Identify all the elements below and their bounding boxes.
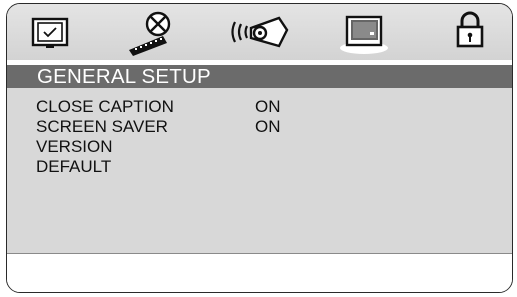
general-setup-icon[interactable]: [333, 10, 395, 56]
menu-item-label: CLOSE CAPTION: [36, 97, 174, 116]
setup-menu-window: GENERAL SETUP CLOSE CAPTION ON SCREEN SA…: [6, 3, 513, 293]
menu-item-label: DEFAULT: [36, 157, 112, 176]
menu-item-value: ON: [255, 97, 281, 116]
status-bar: [7, 253, 512, 292]
menu-icon-bar: [7, 4, 512, 60]
page-title-bar: GENERAL SETUP: [7, 65, 512, 88]
menu-item-label: SCREEN SAVER: [36, 117, 168, 136]
tv-display-icon[interactable]: [19, 10, 81, 56]
settings-list: CLOSE CAPTION ON SCREEN SAVER ON VERSION…: [7, 88, 512, 253]
page-title: GENERAL SETUP: [37, 65, 211, 88]
lock-icon[interactable]: [439, 10, 501, 56]
speaker-audio-icon[interactable]: [227, 10, 289, 56]
video-film-icon[interactable]: [122, 10, 184, 56]
menu-item-value: ON: [255, 117, 281, 136]
menu-item-label: VERSION: [36, 137, 113, 156]
